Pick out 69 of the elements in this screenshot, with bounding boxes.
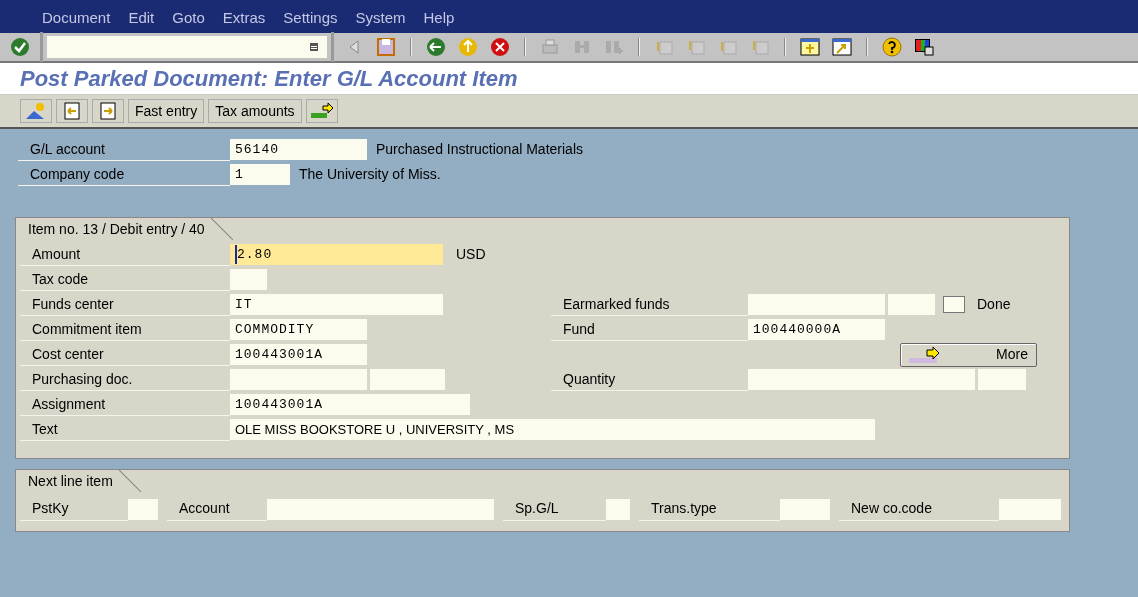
field-value: 56140	[235, 140, 279, 159]
input-field[interactable]: COMMODITY	[230, 319, 367, 340]
input-field[interactable]: 2.80	[230, 244, 443, 265]
field-value: 1	[235, 165, 244, 184]
field-description: Purchased Instructional Materials	[376, 140, 583, 159]
field-value: OLE MISS BOOKSTORE U , UNIVERSITY , MS	[235, 420, 515, 439]
field-label: Amount	[20, 243, 230, 266]
input-field[interactable]	[978, 369, 1026, 390]
input-field[interactable]	[748, 294, 885, 315]
check-icon[interactable]	[9, 36, 31, 58]
input-field[interactable]: IT	[230, 294, 443, 315]
menu-item[interactable]: Edit	[128, 6, 155, 29]
checkbox-label: Done	[977, 295, 1011, 314]
command-field[interactable]	[47, 36, 327, 58]
toolbar-button[interactable]: Fast entry	[128, 99, 205, 123]
input-field[interactable]	[748, 369, 975, 390]
shortcut-window-icon[interactable]	[831, 36, 853, 58]
input-field[interactable]: 56140	[230, 139, 367, 160]
menu-item[interactable]: Extras	[222, 6, 266, 29]
input-field[interactable]: 1	[230, 164, 290, 185]
new-window-icon[interactable]	[799, 36, 821, 58]
menu-item[interactable]: Help	[423, 6, 455, 29]
back-icon[interactable]	[425, 36, 447, 58]
save-icon[interactable]	[375, 36, 397, 58]
field-label: Quantity	[551, 368, 748, 391]
monitor-icon[interactable]	[913, 36, 935, 58]
currency-unit: USD	[456, 245, 486, 264]
input-field[interactable]	[888, 294, 935, 315]
field-value: IT	[235, 295, 253, 314]
arrow-right-icon[interactable]	[305, 99, 338, 123]
field-value: 100443001A	[235, 395, 323, 414]
field-label: Cost center	[20, 343, 230, 366]
dropdown-icon[interactable]	[309, 42, 319, 52]
field-label: Tax code	[20, 268, 230, 291]
input-field[interactable]: 100443001A	[230, 344, 367, 365]
field-label: Text	[20, 418, 230, 441]
field-label: Fund	[551, 318, 748, 341]
input-field[interactable]	[230, 269, 267, 290]
cancel-icon[interactable]	[489, 36, 511, 58]
field-label: Commitment item	[20, 318, 230, 341]
input-field[interactable]	[999, 498, 1061, 520]
field-label: Funds center	[20, 293, 230, 316]
toolbar-button[interactable]: Tax amounts	[208, 99, 302, 123]
menu-item[interactable]: Settings	[283, 6, 338, 29]
input-field[interactable]: OLE MISS BOOKSTORE U , UNIVERSITY , MS	[230, 419, 875, 440]
input-field[interactable]	[780, 498, 830, 520]
input-field[interactable]: 100440000A	[748, 319, 885, 340]
input-field[interactable]	[370, 369, 445, 390]
field-value: 100443001A	[235, 345, 323, 364]
help-icon[interactable]	[881, 36, 903, 58]
field-description: The University of Miss.	[299, 165, 441, 184]
field-label: Purchasing doc.	[20, 368, 230, 391]
input-field[interactable]	[606, 498, 630, 520]
input-field[interactable]	[230, 369, 367, 390]
menu-item[interactable]: Goto	[172, 6, 205, 29]
checkbox[interactable]	[943, 296, 965, 313]
input-field[interactable]	[128, 498, 158, 520]
screen-title: Post Parked Document: Enter G/L Account Item	[20, 65, 518, 93]
field-value: COMMODITY	[235, 320, 315, 339]
field-label: Earmarked funds	[551, 293, 748, 316]
input-field[interactable]	[267, 498, 494, 520]
input-field[interactable]: 100443001A	[230, 394, 470, 415]
more-button[interactable]: More	[900, 342, 1037, 367]
menu-item[interactable]: System	[355, 6, 406, 29]
field-value: 100440000A	[753, 320, 841, 339]
field-value: 2.80	[235, 244, 273, 265]
menu-item[interactable]: Document	[42, 6, 111, 29]
field-label: Assignment	[20, 393, 230, 416]
mountain-sun-icon[interactable]	[20, 99, 52, 123]
